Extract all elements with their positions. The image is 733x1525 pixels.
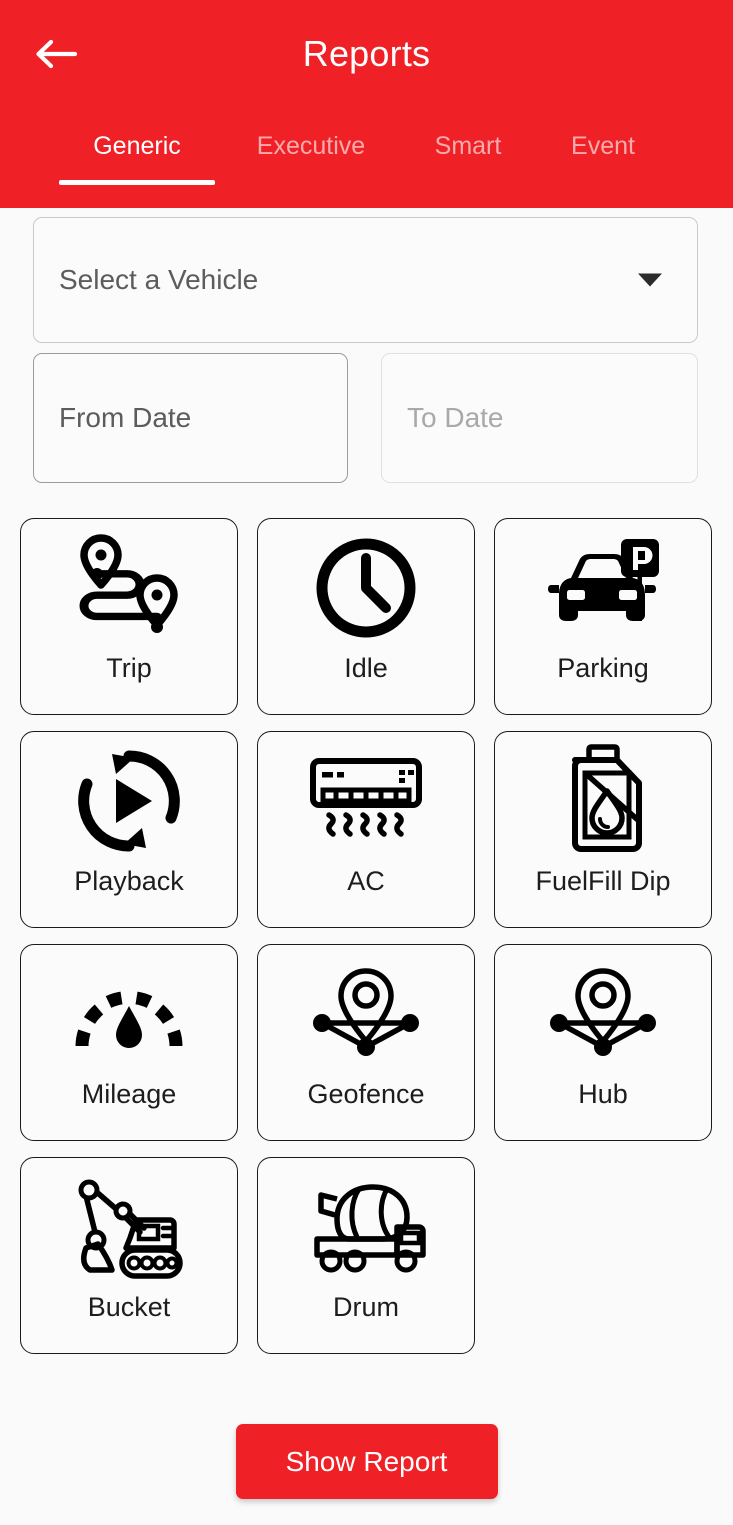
report-card-label: Playback	[74, 866, 184, 896]
report-card-trip[interactable]: Trip	[20, 518, 238, 715]
footer-actions: Show Report	[0, 1424, 733, 1499]
route-pins-icon	[21, 519, 237, 651]
report-card-hub[interactable]: Hub	[494, 944, 712, 1141]
from-date-label: From Date	[59, 402, 192, 433]
tab-smart-label: Smart	[434, 132, 502, 160]
map-pin-network-icon	[495, 945, 711, 1077]
report-card-playback[interactable]: Playback	[20, 731, 238, 928]
vehicle-select-label: Select a Vehicle	[59, 264, 259, 295]
report-card-ac[interactable]: AC	[257, 731, 475, 928]
report-card-label: Mileage	[81, 1079, 177, 1109]
to-date-label: To Date	[407, 402, 504, 433]
report-card-mileage[interactable]: Mileage	[20, 944, 238, 1141]
tab-executive-label: Executive	[256, 132, 366, 160]
report-card-parking[interactable]: Parking	[494, 518, 712, 715]
app-header: Reports Generic Executive Smart Event	[0, 0, 733, 208]
report-card-label: Geofence	[307, 1079, 425, 1109]
excavator-icon	[21, 1158, 237, 1290]
report-card-label: AC	[347, 866, 385, 896]
header-bar: Reports	[0, 0, 733, 108]
vehicle-select[interactable]: Select a Vehicle	[33, 217, 698, 343]
gauge-droplet-icon	[21, 945, 237, 1077]
report-card-label: Idle	[344, 653, 388, 683]
to-date-input[interactable]: To Date	[381, 353, 698, 483]
page-title: Reports	[302, 33, 431, 74]
chevron-down-icon	[638, 273, 662, 287]
air-conditioner-icon	[258, 732, 474, 864]
report-card-bucket[interactable]: Bucket	[20, 1157, 238, 1354]
concrete-mixer-truck-icon	[258, 1158, 474, 1290]
report-card-geofence[interactable]: Geofence	[257, 944, 475, 1141]
tab-generic-label: Generic	[93, 132, 181, 160]
replay-play-icon	[21, 732, 237, 864]
report-card-label: Drum	[333, 1292, 399, 1322]
tab-event[interactable]: Event	[543, 128, 663, 164]
tab-smart[interactable]: Smart	[408, 128, 528, 164]
tab-generic[interactable]: Generic	[58, 128, 216, 185]
clock-icon	[258, 519, 474, 651]
report-card-idle[interactable]: Idle	[257, 518, 475, 715]
report-card-fuelfill-dip[interactable]: FuelFill Dip	[494, 731, 712, 928]
tab-event-label: Event	[571, 132, 635, 160]
reports-screen: Reports Generic Executive Smart Event Se…	[0, 0, 733, 1525]
report-card-label: Parking	[557, 653, 649, 683]
report-type-grid: Trip Idle Parking Playback AC FuelFill D…	[20, 518, 713, 1354]
show-report-button[interactable]: Show Report	[235, 1424, 498, 1499]
report-card-drum[interactable]: Drum	[257, 1157, 475, 1354]
from-date-input[interactable]: From Date	[33, 353, 348, 483]
report-card-label: Trip	[106, 653, 152, 683]
report-card-label: FuelFill Dip	[535, 866, 671, 896]
fuel-can-droplet-icon	[495, 732, 711, 864]
tab-bar: Generic Executive Smart Event	[0, 128, 733, 208]
date-range-row: From Date To Date	[0, 353, 733, 483]
map-pin-network-icon	[258, 945, 474, 1077]
car-parking-sign-icon	[495, 519, 711, 651]
report-card-label: Bucket	[87, 1292, 171, 1322]
report-card-label: Hub	[578, 1079, 628, 1109]
tab-active-indicator	[59, 180, 215, 185]
tab-executive[interactable]: Executive	[226, 128, 396, 164]
